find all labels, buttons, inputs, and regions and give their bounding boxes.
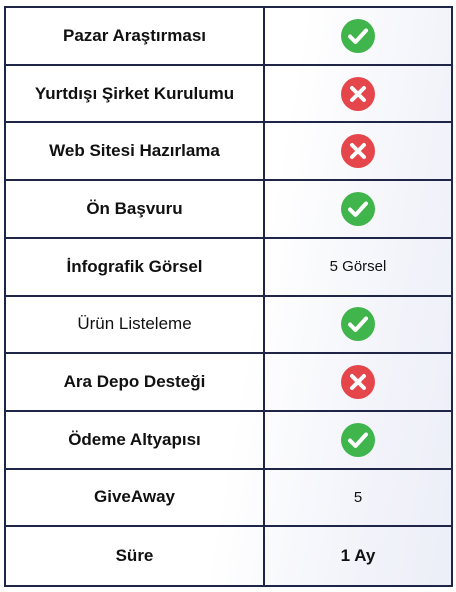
row-label-infografik-gorsel: İnfografik Görsel bbox=[6, 238, 265, 297]
row-value-yurtdisi-sirket-kurulumu bbox=[265, 66, 451, 124]
cross-icon bbox=[341, 76, 375, 111]
row-value-on-basvuru bbox=[265, 181, 451, 239]
row-value-sure: 1 Ay bbox=[340, 546, 376, 566]
row-value-ara-depo-destegi bbox=[265, 354, 451, 412]
row-value-urun-listeleme bbox=[265, 297, 451, 355]
row-label-urun-listeleme: Ürün Listeleme bbox=[6, 296, 265, 355]
check-icon bbox=[341, 307, 375, 342]
row-label-giveaway: GiveAway bbox=[6, 469, 265, 528]
row-value-infografik-gorsel: 5 Görsel bbox=[265, 239, 451, 297]
check-icon bbox=[341, 18, 375, 53]
row-label-web-sitesi-hazirlama: Web Sitesi Hazırlama bbox=[6, 123, 265, 182]
row-label-pazar-arastirmasi: Pazar Araştırması bbox=[6, 8, 265, 66]
check-icon bbox=[341, 422, 375, 457]
row-value-odeme-altyapisi bbox=[265, 412, 451, 470]
check-icon bbox=[341, 191, 375, 226]
row-label-on-basvuru: Ön Başvuru bbox=[6, 181, 265, 239]
row-label-sure: Süre bbox=[6, 527, 265, 585]
row-value-giveaway: 5 bbox=[265, 470, 451, 528]
cross-icon bbox=[341, 134, 375, 169]
row-label-ara-depo-destegi: Ara Depo Desteği bbox=[6, 354, 265, 412]
row-value-pazar-arastirmasi bbox=[265, 8, 451, 66]
cross-icon bbox=[341, 365, 375, 400]
row-label-odeme-altyapisi: Ödeme Altyapısı bbox=[6, 411, 265, 470]
row-value-web-sitesi-hazirlama bbox=[265, 123, 451, 182]
row-label-yurtdisi-sirket-kurulumu: Yurtdışı Şirket Kurulumu bbox=[6, 65, 265, 124]
feature-table: Pazar Araştırması Yurtdışı Şirket Kurulu… bbox=[4, 6, 453, 587]
